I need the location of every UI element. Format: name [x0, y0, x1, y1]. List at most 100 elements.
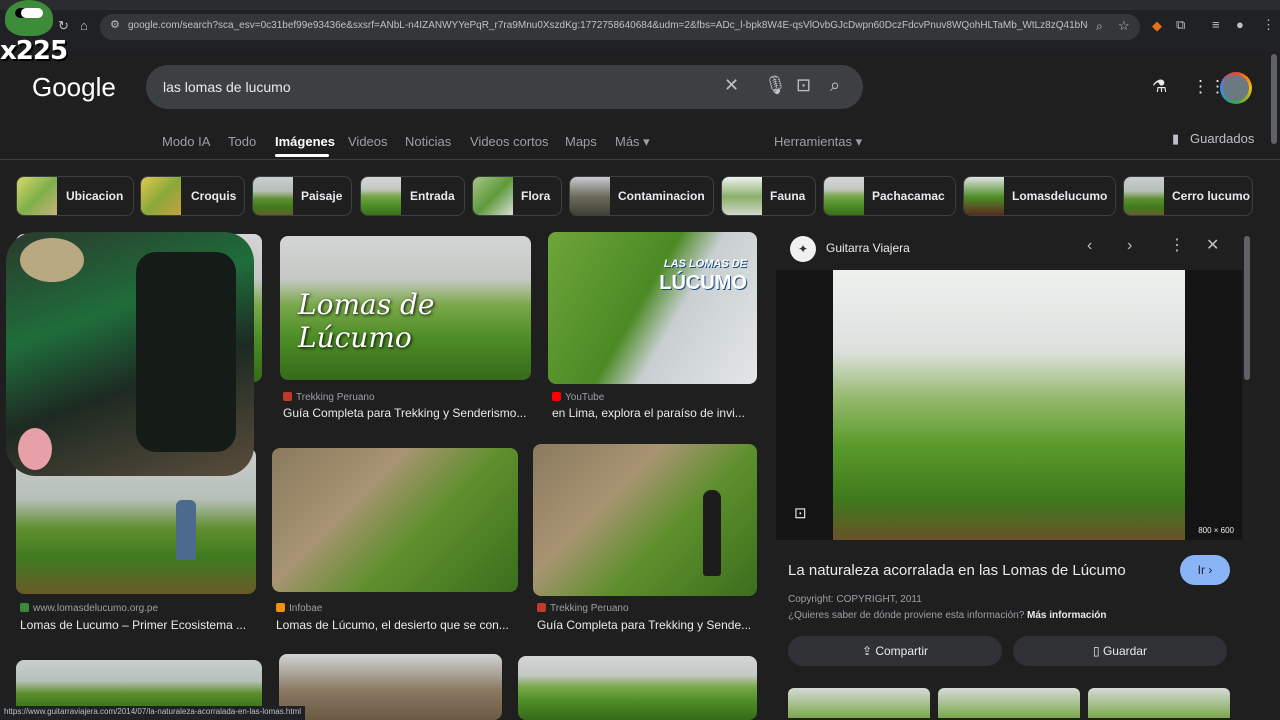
save-label: Guardar [1102, 644, 1147, 658]
site-info-icon[interactable]: ⚙ [110, 20, 120, 31]
camera-lens-icon[interactable]: ⊡ [796, 76, 811, 94]
result-image[interactable] [272, 448, 518, 592]
image-overlay-text: Lomas de Lúcumo [298, 288, 435, 354]
search-icon[interactable]: ⌕ [830, 76, 840, 94]
person-figure [136, 252, 236, 452]
result-source: www.lomasdelucumo.org.pe [20, 603, 158, 614]
home-icon[interactable]: ⌂ [80, 19, 88, 32]
tab-mas[interactable]: Más ▾ [615, 134, 650, 150]
saved-link[interactable]: Guardados [1190, 131, 1254, 146]
menu-kebab-icon[interactable]: ⋮ [1262, 18, 1275, 31]
related-thumbnail[interactable] [788, 688, 930, 718]
tab-search-icon[interactable]: ≡ [1212, 18, 1220, 31]
chip-label: Entrada [410, 189, 455, 203]
share-icon: ⇪ [861, 644, 876, 658]
tab-todo[interactable]: Todo [228, 134, 256, 149]
extensions-puzzle-icon[interactable]: ⧉ [1176, 18, 1185, 31]
result-image[interactable] [279, 654, 502, 720]
bookmark-icon: ▯ [1093, 644, 1103, 658]
chip-thumb [824, 177, 864, 215]
previous-arrow-icon[interactable]: ‹ [1087, 238, 1092, 254]
hiker-figure [176, 500, 196, 560]
reload-icon[interactable]: ↻ [58, 19, 69, 32]
chip-cerro-lucumo[interactable]: Cerro lucumo [1123, 176, 1253, 216]
labs-flask-icon[interactable]: ⚗ [1152, 78, 1167, 95]
favicon-icon [283, 392, 292, 401]
result-title[interactable]: Guía Completa para Trekking y Senderismo… [283, 406, 533, 420]
page-scrollbar[interactable] [1271, 54, 1277, 144]
chip-label: Croquis [191, 189, 237, 203]
address-bar[interactable]: ⚙ google.com/search?sca_esv=0c31bef99e93… [100, 14, 1140, 40]
clear-icon[interactable]: ✕ [724, 76, 739, 94]
panel-scrollbar[interactable] [1244, 236, 1250, 380]
result-image[interactable]: LAS LOMAS DE LÚCUMO [548, 232, 757, 384]
chip-ubicacion[interactable]: Ubicacion [16, 176, 134, 216]
result-title[interactable]: en Lima, explora el paraíso de invi... [552, 406, 752, 420]
chip-thumb [141, 177, 181, 215]
source-info-question: ¿Quieres saber de dónde proviene esta in… [788, 610, 1025, 621]
chip-lomasdelucumo[interactable]: Lomasdelucumo [963, 176, 1116, 216]
chip-thumb [570, 177, 610, 215]
tools-button[interactable]: Herramientas ▾ [774, 134, 862, 150]
image-overlay-text: LÚCUMO [659, 272, 747, 294]
search-box[interactable]: las lomas de lucumo ✕ 🎙 ⊡ ⌕ [146, 65, 863, 109]
chip-label: Flora [521, 189, 551, 203]
chip-label: Pachacamac [872, 189, 945, 203]
more-options-icon[interactable]: ⋮ [1169, 238, 1185, 254]
save-button[interactable]: ▯ Guardar [1013, 636, 1227, 666]
result-title[interactable]: Lomas de Lúcumo, el desierto que se con.… [276, 618, 516, 632]
chip-label: Lomasdelucumo [1012, 189, 1108, 203]
next-arrow-icon[interactable]: › [1127, 238, 1132, 254]
lens-search-icon[interactable]: ⊡ [794, 504, 807, 522]
tab-maps[interactable]: Maps [565, 134, 597, 149]
status-bar-url: https://www.guitarraviajera.com/2014/07/… [0, 706, 306, 720]
search-input[interactable]: las lomas de lucumo [163, 79, 291, 95]
share-button[interactable]: ⇪ Compartir [788, 636, 1002, 666]
panel-site-name[interactable]: Guitarra Viajera [826, 241, 910, 255]
tab-videos-cortos[interactable]: Videos cortos [470, 134, 549, 149]
bookmark-icon[interactable]: ▮ [1172, 131, 1179, 147]
chip-label: Fauna [770, 189, 806, 203]
chip-croquis[interactable]: Croquis [140, 176, 245, 216]
chip-paisaje[interactable]: Paisaje [252, 176, 352, 216]
source-label: Trekking Peruano [550, 603, 629, 614]
result-source: YouTube [552, 392, 604, 403]
chip-thumb [17, 177, 57, 215]
result-title[interactable]: Guía Completa para Trekking y Sende... [537, 618, 757, 632]
active-tab-indicator [275, 154, 329, 157]
panel-title[interactable]: La naturaleza acorralada en las Lomas de… [788, 562, 1126, 579]
image-dimensions: 800 × 600 [1198, 526, 1234, 535]
chip-flora[interactable]: Flora [472, 176, 562, 216]
tab-imagenes[interactable]: Imágenes [275, 134, 335, 149]
chip-contaminacion[interactable]: Contaminacion [569, 176, 714, 216]
avatar[interactable] [1220, 72, 1252, 104]
source-label: www.lomasdelucumo.org.pe [33, 603, 159, 614]
chip-label: Contaminacion [618, 189, 705, 203]
related-thumbnail[interactable] [1088, 688, 1230, 718]
tab-videos[interactable]: Videos [348, 134, 388, 149]
url-text: google.com/search?sca_esv=0c31bef99e9343… [128, 20, 1088, 31]
chip-entrada[interactable]: Entrada [360, 176, 465, 216]
preview-image[interactable] [833, 270, 1185, 540]
result-image[interactable] [518, 656, 757, 720]
extension-icon[interactable]: ◆ [1152, 19, 1162, 32]
chip-fauna[interactable]: Fauna [721, 176, 816, 216]
related-thumbnail[interactable] [938, 688, 1080, 718]
tab-modo-ia[interactable]: Modo IA [162, 134, 210, 149]
microphone-icon[interactable]: 🎙 [764, 76, 787, 94]
close-icon[interactable]: ✕ [1206, 238, 1219, 254]
tab-noticias[interactable]: Noticias [405, 134, 451, 149]
chip-thumb [473, 177, 513, 215]
zoom-icon[interactable]: ⌕ [1096, 20, 1103, 32]
result-title[interactable]: Lomas de Lucumo – Primer Ecosistema ... [20, 618, 255, 632]
bookmark-star-icon[interactable]: ☆ [1118, 19, 1130, 32]
avatar-image [1223, 75, 1249, 101]
visit-button[interactable]: Ir › [1180, 555, 1230, 585]
google-logo[interactable]: Google [32, 72, 116, 103]
result-image[interactable] [533, 444, 757, 596]
profile-icon[interactable]: ● [1236, 18, 1244, 31]
chip-pachacamac[interactable]: Pachacamac [823, 176, 956, 216]
result-image[interactable]: Lomas de Lúcumo [280, 236, 531, 380]
chip-thumb [964, 177, 1004, 215]
more-info-link[interactable]: Más información [1027, 610, 1106, 621]
